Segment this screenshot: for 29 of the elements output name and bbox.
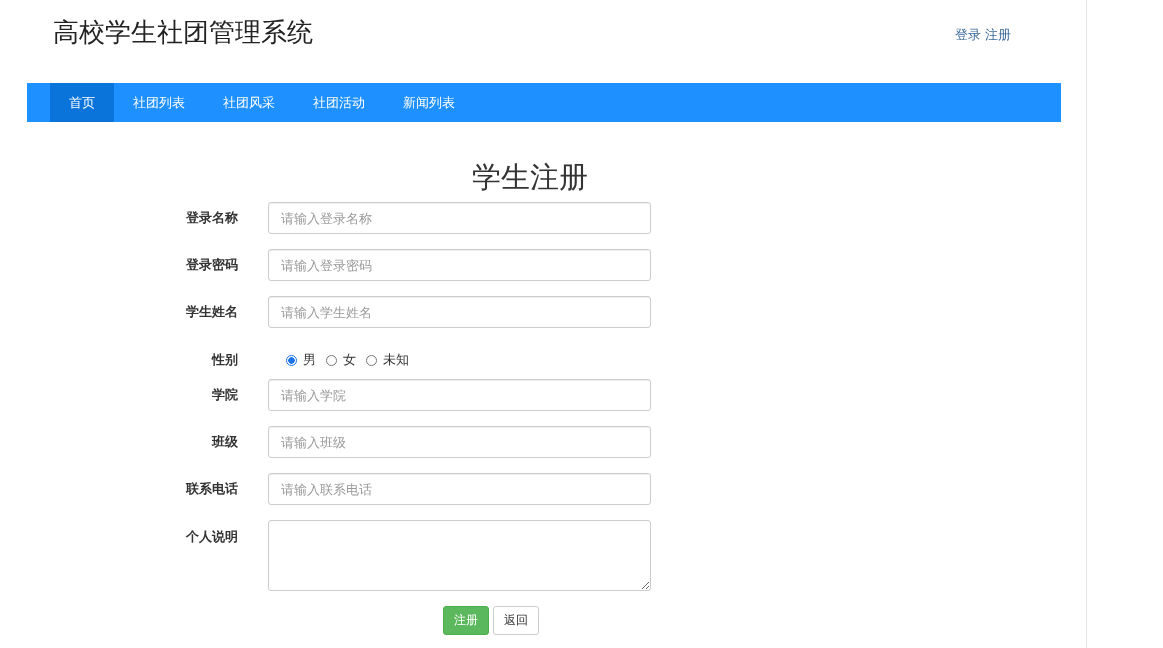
- radio-label: 男: [303, 351, 316, 369]
- radio-label: 女: [343, 351, 356, 369]
- site-title: 高校学生社团管理系统: [53, 16, 313, 49]
- input-field[interactable]: 请输入班级: [268, 426, 651, 458]
- input-field[interactable]: 请输入联系电话: [268, 473, 651, 505]
- field-label: 联系电话: [185, 480, 239, 498]
- input-field[interactable]: 请输入登录名称: [268, 202, 651, 234]
- field-label: 班级: [210, 433, 239, 451]
- nav-tab[interactable]: 社团风采: [204, 83, 294, 122]
- radio-button[interactable]: [286, 354, 297, 366]
- nav-tab[interactable]: 新闻列表: [384, 83, 474, 122]
- radio-label: 未知: [383, 351, 409, 369]
- nav-tab[interactable]: 社团列表: [114, 83, 204, 122]
- nav-tab[interactable]: 社团活动: [294, 83, 384, 122]
- field-label: 登录密码: [185, 256, 239, 274]
- field-label: 学生姓名: [185, 303, 239, 321]
- header-link[interactable]: 登录: [955, 26, 981, 44]
- back-button[interactable]: 返回: [493, 606, 539, 635]
- input-field[interactable]: 请输入学生姓名: [268, 296, 651, 328]
- field-label: 学院: [211, 386, 239, 404]
- nav-tab[interactable]: 首页: [50, 83, 114, 122]
- input-field[interactable]: 请输入学院: [268, 379, 651, 411]
- input-field[interactable]: 请输入登录密码: [268, 249, 651, 281]
- header-link[interactable]: 注册: [985, 26, 1011, 44]
- form-title: 学生注册: [471, 159, 589, 196]
- register-button[interactable]: 注册: [443, 606, 489, 635]
- field-label: 个人说明: [185, 528, 239, 546]
- field-label: 性别: [210, 351, 239, 369]
- field-label: 登录名称: [185, 209, 239, 227]
